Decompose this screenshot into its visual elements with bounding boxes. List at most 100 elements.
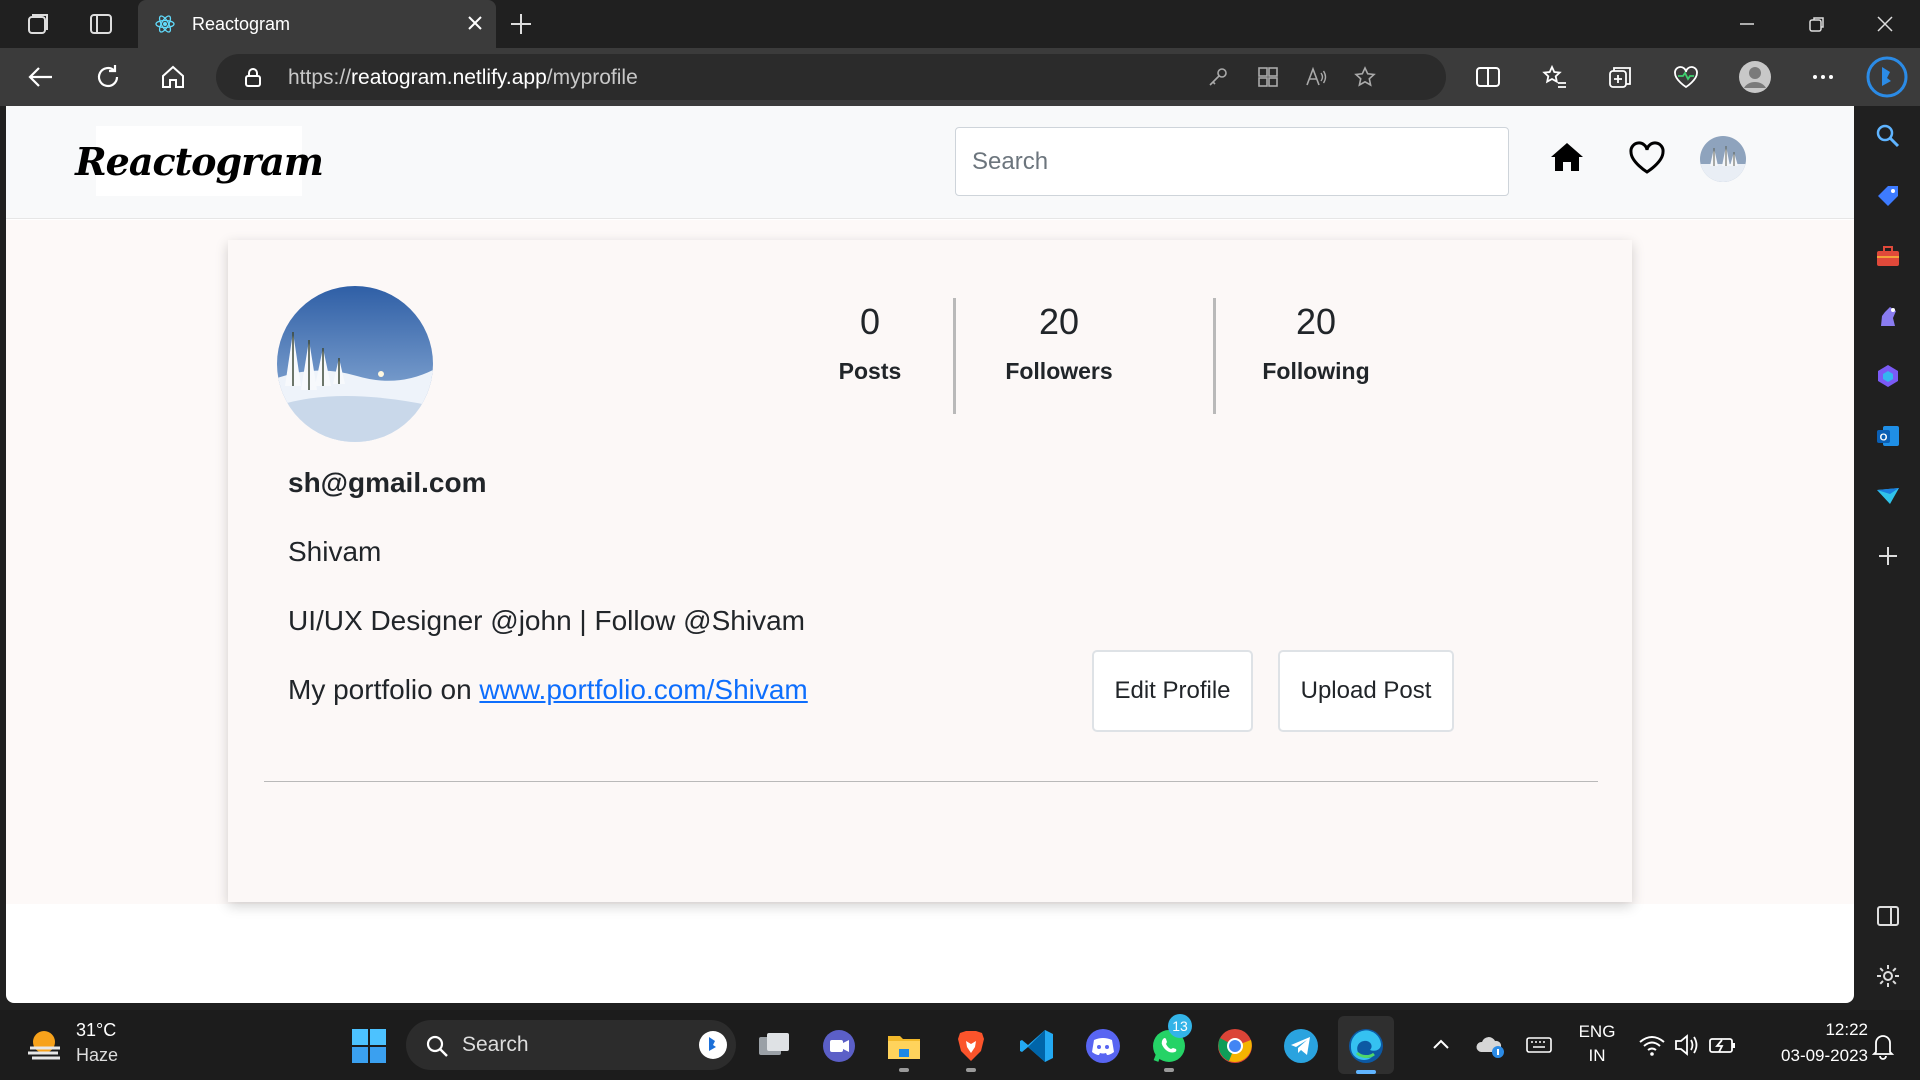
running-indicator [899, 1068, 909, 1072]
profile-avatar [277, 286, 433, 442]
browser-tab-bar: Reactogram [0, 0, 1920, 48]
notification-badge: 13 [1168, 1014, 1192, 1038]
collections-icon[interactable] [1605, 62, 1635, 92]
favorites-icon[interactable] [1539, 62, 1569, 92]
running-indicator [1164, 1068, 1174, 1072]
tab-reactogram[interactable]: Reactogram [138, 0, 496, 48]
battery-charging-icon[interactable] [1708, 1030, 1738, 1060]
home-icon[interactable] [1547, 137, 1587, 177]
home-icon[interactable] [158, 62, 188, 92]
page-content: 0 Posts 20 Followers 20 Following sh@gma… [6, 220, 1854, 904]
windows-taskbar: 31°C Haze Search 13 ENG IN 12:22 03-09-2… [0, 1010, 1920, 1080]
taskbar-search[interactable]: Search [406, 1020, 736, 1070]
games-icon[interactable] [1874, 302, 1902, 330]
settings-gear-icon[interactable] [1874, 962, 1902, 990]
edge-sidebar: O [1855, 106, 1920, 1010]
upload-post-button[interactable]: Upload Post [1278, 650, 1454, 732]
taskbar-search-label: Search [462, 1033, 529, 1056]
close-window-icon[interactable] [1873, 12, 1897, 36]
running-indicator [966, 1068, 976, 1072]
address-bar[interactable]: https://reatogram.netlify.app/myprofile [216, 54, 1446, 100]
avatar[interactable] [1700, 136, 1746, 182]
discord-icon[interactable] [1084, 1027, 1122, 1065]
search-icon[interactable] [1874, 122, 1902, 150]
language-indicator[interactable]: ENG IN [1572, 1022, 1622, 1066]
tab-title: Reactogram [192, 14, 291, 34]
more-options-icon[interactable] [1808, 62, 1838, 92]
page-viewport: Reactogram 0 Posts 20 Follower [6, 106, 1854, 1003]
profile-portfolio: My portfolio on www.portfolio.com/Shivam [288, 674, 808, 705]
tools-icon[interactable] [1874, 242, 1902, 270]
portfolio-link[interactable]: www.portfolio.com/Shivam [479, 674, 807, 705]
read-aloud-icon[interactable] [1304, 65, 1328, 89]
shopping-tag-icon[interactable] [1874, 182, 1902, 210]
stat-followers: 20 Followers [969, 302, 1149, 385]
start-windows-icon[interactable] [350, 1027, 388, 1065]
outlook-icon[interactable]: O [1874, 422, 1902, 450]
clock-date: 03-09-2023 [1781, 1046, 1868, 1065]
back-icon[interactable] [26, 62, 56, 92]
search-input[interactable] [955, 127, 1509, 196]
heart-icon[interactable] [1627, 138, 1667, 178]
key-icon[interactable] [1206, 65, 1230, 89]
posts-label: Posts [838, 358, 902, 384]
brave-icon[interactable] [952, 1027, 990, 1065]
bing-chat-icon[interactable] [1866, 56, 1908, 98]
stat-posts: 0 Posts [780, 302, 960, 385]
minimize-icon[interactable] [1735, 12, 1759, 36]
profile-email: sh@gmail.com [288, 467, 487, 498]
onedrive-icon[interactable] [1476, 1030, 1506, 1060]
hide-sidebar-icon[interactable] [1874, 902, 1902, 930]
weather-description[interactable]: Haze [76, 1045, 118, 1066]
wifi-icon[interactable] [1637, 1030, 1667, 1060]
refresh-icon[interactable] [93, 62, 123, 92]
split-screen-icon[interactable] [1473, 62, 1503, 92]
tab-actions-icon[interactable] [88, 12, 114, 36]
notification-bell-icon[interactable] [1868, 1030, 1898, 1060]
new-tab-icon[interactable] [508, 11, 534, 37]
divider [264, 781, 1598, 782]
keyboard-icon[interactable] [1524, 1030, 1554, 1060]
favorite-star-icon[interactable] [1353, 65, 1377, 89]
lock-icon[interactable] [242, 66, 264, 88]
app-navbar: Reactogram [6, 106, 1854, 219]
app-logo[interactable]: Reactogram [75, 126, 324, 196]
profile-card: 0 Posts 20 Followers 20 Following sh@gma… [228, 240, 1632, 902]
followers-label: Followers [1005, 358, 1113, 384]
stat-divider [1213, 298, 1216, 414]
drop-icon[interactable] [1874, 482, 1902, 510]
stat-following: 20 Following [1226, 302, 1406, 385]
search-icon [426, 1035, 448, 1057]
vscode-icon[interactable] [1018, 1027, 1056, 1065]
svg-text:O: O [1880, 433, 1888, 444]
chrome-icon[interactable] [1216, 1027, 1254, 1065]
following-count: 20 [1295, 301, 1337, 342]
task-view-icon[interactable] [755, 1027, 793, 1065]
clock[interactable]: 12:22 03-09-2023 [1752, 1020, 1868, 1066]
browser-essentials-icon[interactable] [1671, 62, 1701, 92]
app-available-icon[interactable] [1256, 65, 1280, 89]
add-sidebar-app-icon[interactable] [1874, 542, 1902, 570]
active-indicator [1356, 1070, 1376, 1074]
copilot-icon[interactable] [1874, 362, 1902, 390]
weather-temperature[interactable]: 31°C [76, 1020, 116, 1041]
browser-toolbar: https://reatogram.netlify.app/myprofile [0, 48, 1920, 106]
teams-chat-icon[interactable] [820, 1027, 858, 1065]
restore-icon[interactable] [1805, 12, 1829, 36]
weather-haze-icon[interactable] [24, 1022, 70, 1068]
profile-icon[interactable] [1738, 60, 1772, 94]
bing-icon [699, 1031, 727, 1059]
edge-icon[interactable] [1347, 1027, 1385, 1065]
workspaces-icon[interactable] [26, 12, 52, 36]
edit-profile-button[interactable]: Edit Profile [1092, 650, 1253, 732]
volume-icon[interactable] [1672, 1030, 1702, 1060]
chevron-up-icon[interactable] [1428, 1032, 1454, 1058]
url-text[interactable]: https://reatogram.netlify.app/myprofile [288, 66, 638, 90]
file-explorer-icon[interactable] [885, 1027, 923, 1065]
clock-time: 12:22 [1825, 1020, 1868, 1039]
stat-divider [953, 298, 956, 414]
telegram-icon[interactable] [1282, 1027, 1320, 1065]
close-tab-icon[interactable] [464, 12, 486, 34]
posts-count: 0 [859, 301, 881, 342]
profile-name: Shivam [288, 536, 382, 567]
